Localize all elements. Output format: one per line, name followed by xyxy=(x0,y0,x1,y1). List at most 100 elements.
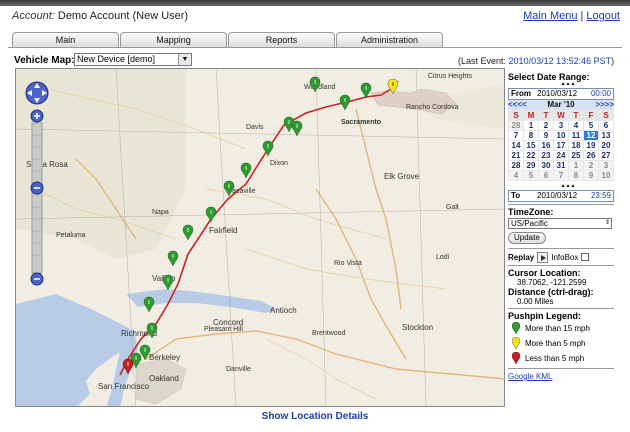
calendar-day[interactable]: 7 xyxy=(508,130,524,141)
calendar-day[interactable]: 10 xyxy=(553,130,569,141)
calendar-day[interactable]: 2 xyxy=(583,160,599,171)
calendar-day[interactable]: 15 xyxy=(523,140,539,151)
map-place-label: Berkeley xyxy=(149,353,180,362)
calendar-day[interactable]: 6 xyxy=(598,120,614,131)
calendar-day[interactable]: 26 xyxy=(583,150,599,161)
map-place-label: Pleasant Hill xyxy=(204,326,243,333)
calendar-day[interactable]: 1 xyxy=(523,120,539,131)
calendar-day[interactable]: 28 xyxy=(508,120,524,131)
calendar-day[interactable]: 9 xyxy=(583,170,599,181)
calendar-day[interactable]: 8 xyxy=(568,170,584,181)
calendar-day[interactable]: 18 xyxy=(568,140,584,151)
divider xyxy=(508,248,614,249)
calendar-dow: S xyxy=(598,110,614,121)
zoom-slider-track[interactable] xyxy=(31,122,43,274)
calendar-day[interactable]: 13 xyxy=(598,130,614,141)
last-event: (Last Event: 2010/03/12 13:52:46 PST) xyxy=(458,56,614,66)
link-separator: | xyxy=(580,10,584,22)
tab-main[interactable]: Main xyxy=(12,32,119,47)
calendar-day[interactable]: 16 xyxy=(538,140,554,151)
map-place-label: Rancho Cordova xyxy=(406,104,459,111)
cursor-location-label: Cursor Location: xyxy=(508,268,581,278)
calendar-next-link[interactable]: >>>> xyxy=(595,100,614,110)
calendar-day[interactable]: 31 xyxy=(553,160,569,171)
calendar-day-selected[interactable]: 12 xyxy=(583,130,599,141)
vehicle-map-label: Vehicle Map: xyxy=(14,55,75,66)
pushpin-green-icon xyxy=(512,322,520,335)
play-icon[interactable] xyxy=(537,251,549,263)
calendar-day[interactable]: 5 xyxy=(583,120,599,131)
calendar-day[interactable]: 10 xyxy=(598,170,614,181)
zoom-in-icon[interactable] xyxy=(30,109,44,123)
from-time-arrows-icon[interactable]: ▲▲▲ xyxy=(508,82,614,87)
logout-link[interactable]: Logout xyxy=(586,10,620,22)
calendar-day[interactable]: 5 xyxy=(523,170,539,181)
calendar-day[interactable]: 1 xyxy=(568,160,584,171)
calendar-day[interactable]: 3 xyxy=(598,160,614,171)
zoom-out-icon[interactable] xyxy=(30,272,44,286)
timezone-select[interactable]: US/Pacific ⇕ xyxy=(508,218,612,229)
calendar-day[interactable]: 7 xyxy=(553,170,569,181)
window-top-bar xyxy=(0,0,630,6)
calendar-day[interactable]: 8 xyxy=(523,130,539,141)
pushpin-yellow-icon xyxy=(512,337,520,350)
calendar-day[interactable]: 20 xyxy=(598,140,614,151)
calendar-day[interactable]: 2 xyxy=(538,120,554,131)
update-button[interactable]: Update xyxy=(508,232,546,244)
map-canvas[interactable]: Woodland Sacramento Citrus Heights Ranch… xyxy=(16,69,505,407)
map-view[interactable]: Woodland Sacramento Citrus Heights Ranch… xyxy=(15,68,505,407)
to-time-arrows-icon[interactable]: ▲▲▲ xyxy=(508,184,614,189)
tab-mapping[interactable]: Mapping xyxy=(120,32,227,47)
vehicle-select[interactable]: New Device [demo] ▼ xyxy=(74,53,192,66)
from-time[interactable]: 00:00 xyxy=(591,89,611,99)
calendar-day[interactable]: 27 xyxy=(598,150,614,161)
google-kml-link[interactable]: Google KML xyxy=(508,372,552,381)
calendar-day[interactable]: 25 xyxy=(568,150,584,161)
map-place-label: San Francisco xyxy=(98,382,150,391)
calendar-day[interactable]: 21 xyxy=(508,150,524,161)
calendar-day[interactable]: 22 xyxy=(523,150,539,161)
to-date: 2010/03/12 xyxy=(537,191,578,200)
to-date-field[interactable]: To 2010/03/12 23:59 xyxy=(508,190,614,202)
show-location-details-link[interactable]: Show Location Details xyxy=(0,411,630,422)
calendar-day[interactable]: 24 xyxy=(553,150,569,161)
main-menu-link[interactable]: Main Menu xyxy=(523,10,577,22)
calendar-day[interactable]: 23 xyxy=(538,150,554,161)
divider xyxy=(508,204,614,205)
infobox-label: InfoBox xyxy=(551,252,579,262)
calendar-nav: <<<< Mar '10 >>>> xyxy=(508,100,614,110)
tab-administration[interactable]: Administration xyxy=(336,32,443,47)
calendar-day[interactable]: 11 xyxy=(568,130,584,141)
calendar-day[interactable]: 19 xyxy=(583,140,599,151)
main-tabs: Main Mapping Reports Administration xyxy=(12,32,444,47)
from-label: From xyxy=(511,89,531,98)
divider xyxy=(508,368,614,369)
calendar-day[interactable]: 28 xyxy=(508,160,524,171)
calendar-day[interactable]: 9 xyxy=(538,130,554,141)
from-date-field[interactable]: From 2010/03/12 00:00 xyxy=(508,88,614,100)
map-place-label: Oakland xyxy=(149,374,179,383)
calendar-day[interactable]: 4 xyxy=(568,120,584,131)
sidebar: Select Date Range: ▲▲▲ From 2010/03/12 0… xyxy=(508,68,614,381)
map-place-label: Napa xyxy=(152,209,169,216)
infobox-checkbox[interactable] xyxy=(581,253,590,261)
timezone-label: TimeZone: xyxy=(508,207,554,217)
calendar-day[interactable]: 4 xyxy=(508,170,524,181)
replay-label: Replay xyxy=(508,252,535,262)
calendar-day[interactable]: 3 xyxy=(553,120,569,131)
zoom-slider-handle[interactable] xyxy=(30,181,44,195)
calendar-day[interactable]: 17 xyxy=(553,140,569,151)
calendar-day[interactable]: 29 xyxy=(523,160,539,171)
calendar-day[interactable]: 14 xyxy=(508,140,524,151)
map-place-label: Lodi xyxy=(436,254,450,261)
to-time[interactable]: 23:59 xyxy=(591,191,611,201)
calendar-dow: W xyxy=(553,110,569,121)
map-place-label: Galt xyxy=(446,204,459,211)
from-date: 2010/03/12 xyxy=(537,89,578,98)
tab-reports[interactable]: Reports xyxy=(228,32,335,47)
calendar-day[interactable]: 6 xyxy=(538,170,554,181)
legend-item: Less than 5 mph xyxy=(508,351,614,366)
calendar-prev-link[interactable]: <<<< xyxy=(508,100,527,110)
calendar-day[interactable]: 30 xyxy=(538,160,554,171)
pan-control[interactable] xyxy=(25,81,49,105)
